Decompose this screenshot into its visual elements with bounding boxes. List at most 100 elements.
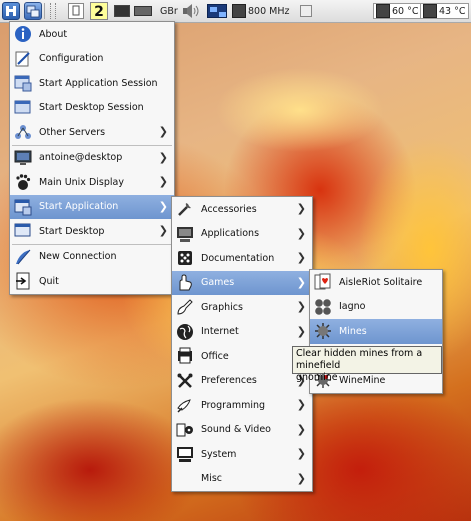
menu-item-start-application-session[interactable]: Start Application Session — [10, 71, 174, 96]
menu-item-label: Main Unix Display — [39, 176, 124, 188]
panel-separator — [44, 3, 45, 19]
speaker-icon — [182, 4, 199, 18]
tooltip-command: gnomine — [296, 372, 338, 383]
workspace-icon — [68, 3, 84, 19]
menu-item-start-desktop[interactable]: Start Desktop ❯ — [10, 219, 174, 244]
submenu-arrow-icon: ❯ — [296, 275, 306, 289]
applications-submenu: Accessories ❯ Applications ❯ Documentati… — [171, 196, 313, 492]
keyboard-layout-applet[interactable]: GBr — [160, 2, 178, 20]
info-icon — [13, 25, 32, 44]
menu-item-start-application[interactable]: Start Application ❯ — [10, 194, 174, 219]
menu-item-graphics[interactable]: Graphics ❯ — [172, 295, 312, 320]
menu-item-label: Start Application Session — [39, 77, 158, 89]
window-icon — [13, 197, 32, 216]
mine-icon — [313, 322, 332, 341]
menu-item-label: Misc — [201, 473, 223, 485]
menu-item-label: Documentation — [201, 252, 275, 264]
desktop-session-icon — [13, 98, 32, 117]
misc-icon — [175, 469, 194, 488]
gnome-foot-icon — [13, 173, 32, 192]
menu-item-misc[interactable]: Misc ❯ — [172, 467, 312, 492]
quit-icon — [13, 272, 32, 291]
menu-item-programming[interactable]: Programming ❯ — [172, 393, 312, 418]
cards-icon — [313, 273, 332, 292]
main-menu-launcher[interactable] — [2, 2, 20, 20]
menu-item-accessories[interactable]: Accessories ❯ — [172, 197, 312, 222]
menu-item-quit[interactable]: Quit — [10, 269, 174, 294]
games-icon — [175, 273, 194, 292]
menu-item-applications[interactable]: Applications ❯ — [172, 222, 312, 247]
menu-item-preferences[interactable]: Preferences ❯ — [172, 369, 312, 394]
sound-video-icon — [175, 420, 194, 439]
menu-item-documentation[interactable]: Documentation ❯ — [172, 246, 312, 271]
menu-item-start-desktop-session[interactable]: Start Desktop Session — [10, 96, 174, 121]
submenu-arrow-icon: ❯ — [158, 199, 168, 213]
applications-icon — [175, 224, 194, 243]
menu-item-about[interactable]: About — [10, 22, 174, 47]
menu-item-antoine-desktop[interactable]: antoine@desktop ❯ — [10, 146, 174, 171]
submenu-arrow-icon: ❯ — [158, 175, 168, 188]
submenu-arrow-icon: ❯ — [296, 226, 306, 240]
menu-item-label: Mines — [339, 325, 367, 337]
menu-item-configuration[interactable]: Configuration — [10, 47, 174, 72]
menu-item-sound-video[interactable]: Sound & Video ❯ — [172, 418, 312, 443]
cpu-frequency: 800 MHz — [248, 5, 290, 17]
menu-item-other-servers[interactable]: Other Servers ❯ — [10, 120, 174, 145]
menu-item-label: Start Desktop — [39, 225, 105, 237]
menu-item-mines[interactable]: Mines — [310, 319, 442, 344]
battery-applet[interactable] — [134, 2, 152, 20]
submenu-arrow-icon: ❯ — [296, 202, 306, 215]
desktop-window-icon — [13, 222, 32, 241]
cpu-frequency-applet[interactable]: 800 MHz — [232, 2, 289, 20]
applet-handle[interactable] — [50, 2, 56, 20]
new-connection-icon — [13, 247, 32, 266]
menu-item-label: About — [39, 28, 68, 40]
temperature-applet-2[interactable]: 43 °C — [420, 2, 469, 20]
menu-item-label: Programming — [201, 399, 266, 411]
main-menu: About Configuration Start Application Se… — [9, 21, 175, 295]
monitor-icon — [13, 148, 32, 167]
menu-item-label: Preferences — [201, 375, 257, 387]
menu-item-label: Graphics — [201, 301, 243, 313]
menu-item-internet[interactable]: Internet ❯ — [172, 320, 312, 345]
mines-tooltip: Clear hidden mines from a minefield gnom… — [292, 346, 442, 383]
menu-item-label: Games — [201, 277, 235, 289]
accessories-icon — [175, 200, 194, 219]
display-applet[interactable] — [114, 2, 130, 20]
submenu-arrow-icon: ❯ — [296, 422, 306, 436]
menu-item-games[interactable]: Games ❯ — [172, 270, 312, 295]
launcher-icon — [2, 2, 20, 20]
tooltip-description: Clear hidden mines from a minefield — [296, 348, 423, 371]
sensor-icon — [376, 4, 390, 18]
sensor-icon — [423, 4, 437, 18]
volume-applet[interactable] — [182, 2, 199, 20]
menu-item-office[interactable]: Office — [172, 344, 312, 369]
submenu-arrow-icon: ❯ — [296, 398, 306, 411]
temperature-applet-1[interactable]: 60 °C — [373, 2, 422, 20]
configuration-icon — [13, 49, 32, 68]
menu-item-main-unix-display[interactable]: Main Unix Display ❯ — [10, 170, 174, 195]
menu-item-aisleriot-solitaire[interactable]: AisleRiot Solitaire — [310, 270, 442, 295]
iagno-icon — [313, 297, 332, 316]
workspace-2-button[interactable]: 2 — [90, 2, 108, 20]
menu-item-system[interactable]: System ❯ — [172, 442, 312, 467]
keyboard-layout-label: GBr — [160, 5, 178, 17]
programming-icon — [175, 396, 194, 415]
show-desktop-button[interactable] — [24, 2, 42, 20]
network-monitor-applet[interactable] — [207, 2, 227, 20]
menu-item-label: Other Servers — [39, 126, 106, 138]
menu-item-label: Configuration — [39, 53, 104, 65]
menu-item-iagno[interactable]: Iagno — [310, 295, 442, 320]
workspace-1-button[interactable] — [68, 2, 84, 20]
submenu-arrow-icon: ❯ — [296, 300, 306, 313]
documentation-icon — [175, 249, 194, 268]
app-session-icon — [13, 74, 32, 93]
menu-item-label: Office — [201, 350, 229, 362]
handle-icon — [50, 3, 56, 19]
menu-item-new-connection[interactable]: New Connection — [10, 245, 174, 270]
submenu-arrow-icon: ❯ — [296, 251, 306, 264]
menu-item-label: System — [201, 448, 237, 460]
panel-button-small[interactable] — [300, 2, 312, 20]
menu-item-label: Start Application — [39, 201, 119, 213]
menu-item-label: Sound & Video — [201, 424, 271, 436]
